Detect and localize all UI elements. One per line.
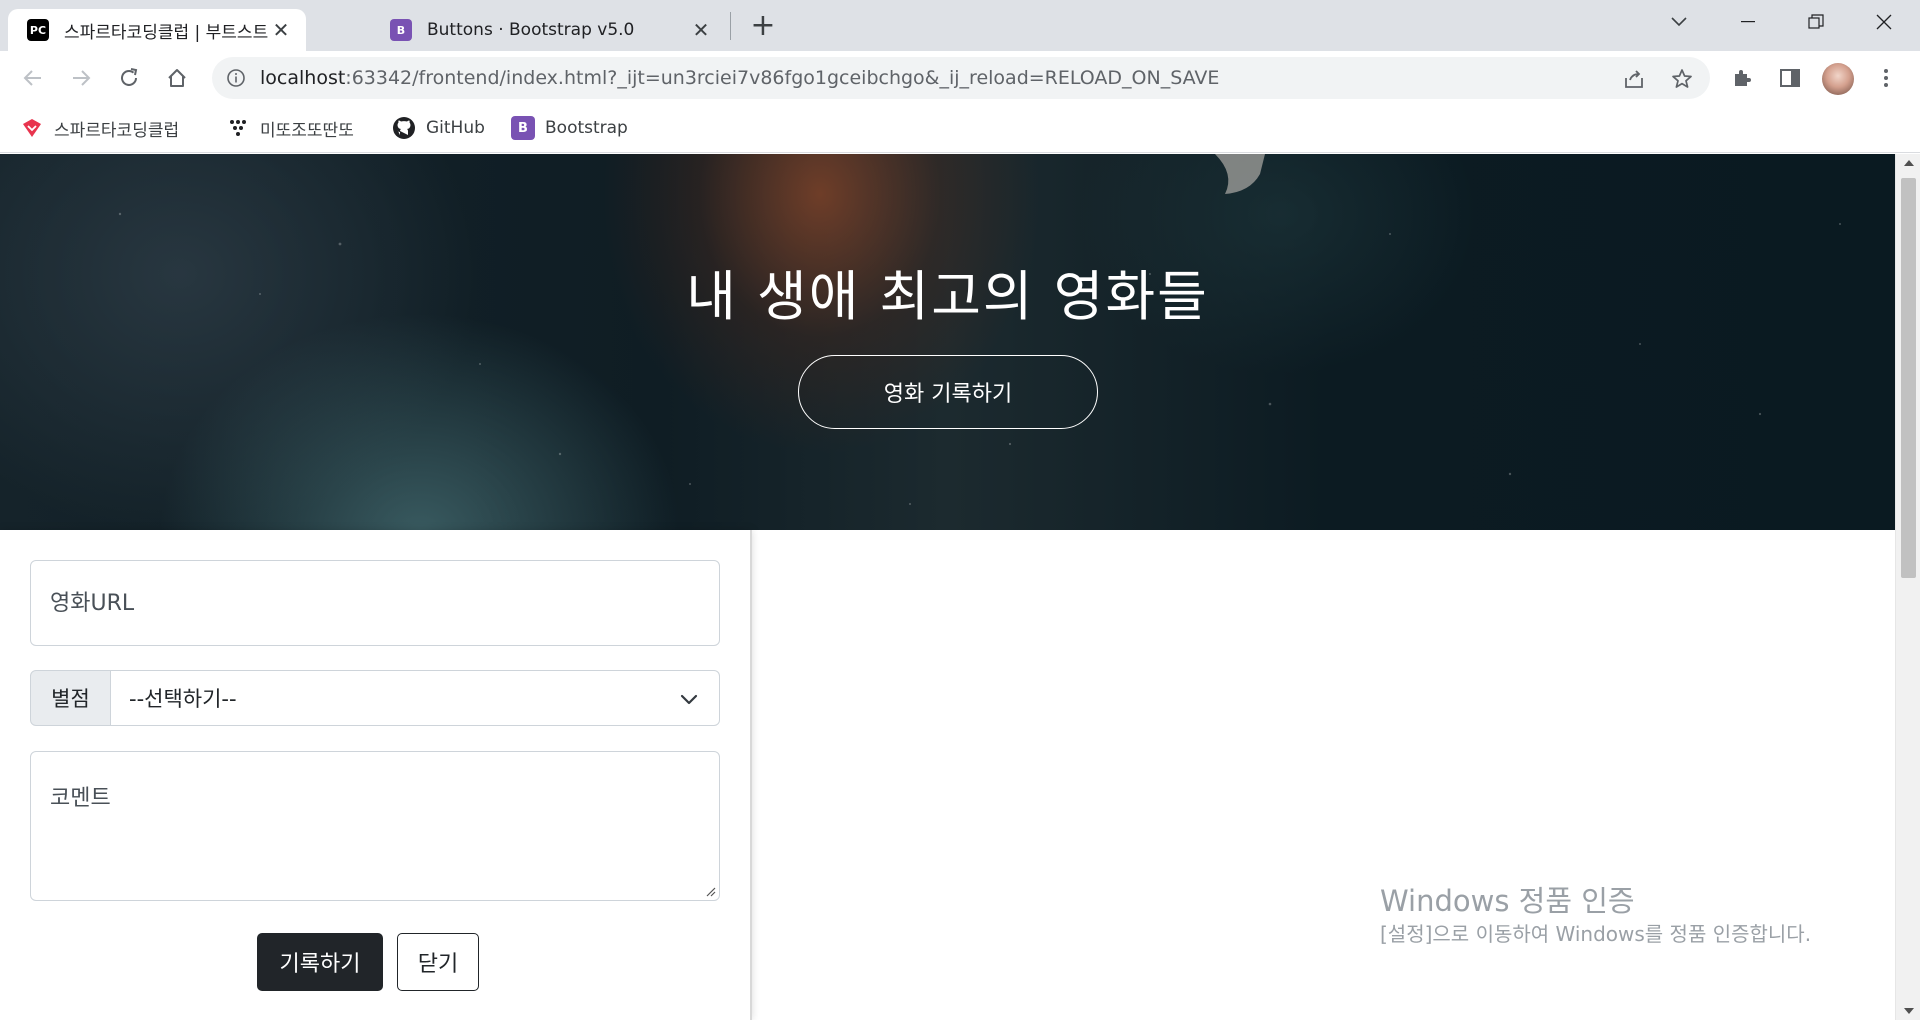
puzzle-icon (1735, 70, 1751, 86)
close-icon (1876, 14, 1892, 30)
hero-banner: 내 생애 최고의 영화들 영화 기록하기 (0, 154, 1895, 530)
url-host: localhost (260, 67, 346, 89)
share-button[interactable] (1621, 66, 1647, 92)
tab-separator (730, 12, 731, 40)
share-icon (1625, 70, 1643, 88)
submit-button[interactable]: 기록하기 (257, 933, 383, 991)
github-icon (392, 116, 416, 140)
side-panel-button[interactable] (1776, 64, 1804, 92)
arrow-left-icon (23, 70, 41, 86)
extensions-button[interactable] (1728, 64, 1756, 92)
bookmark-label: GitHub (426, 118, 485, 138)
movie-url-input[interactable]: 영화URL (30, 560, 720, 646)
scroll-up-arrow-icon[interactable] (1904, 160, 1914, 166)
post-form-panel: 영화URL 별점 --선택하기-- 코멘트 기록하기 닫기 (0, 530, 752, 1020)
bookmark-bootstrap[interactable]: B Bootstrap (511, 115, 628, 141)
menu-button[interactable] (1872, 64, 1900, 92)
reload-button[interactable] (112, 61, 146, 95)
bookmark-star-button[interactable] (1669, 66, 1695, 92)
home-button[interactable] (160, 61, 194, 95)
tab-search-button[interactable] (1648, 0, 1710, 44)
comment-placeholder: 코멘트 (50, 786, 111, 811)
address-bar[interactable]: localhost:63342/frontend/index.html?_ijt… (212, 57, 1710, 99)
bookmark-sparta[interactable]: 스파르타코딩클럽 (20, 115, 179, 141)
restore-button[interactable] (1785, 0, 1847, 44)
back-button[interactable] (16, 61, 50, 95)
tab-sparta[interactable]: PC 스파르타코딩클럽 | 부트스트랩 ✕ (8, 9, 306, 51)
watermark-title: Windows 정품 인증 (1380, 884, 1635, 918)
reload-icon (121, 68, 138, 86)
page-scrollbar[interactable] (1895, 154, 1920, 1020)
new-tab-button[interactable]: + (748, 8, 778, 43)
rating-select[interactable]: --선택하기-- (111, 670, 720, 726)
home-icon (168, 69, 186, 87)
bookmark-mitto[interactable]: 미또조또딴또 (226, 115, 354, 141)
dots-icon (226, 116, 250, 140)
rating-selected-value: --선택하기-- (129, 687, 237, 711)
tab-strip: PC 스파르타코딩클럽 | 부트스트랩 ✕ B Buttons · Bootst… (0, 0, 1920, 51)
restore-icon (1808, 14, 1824, 29)
windows-activation-watermark: Windows 정품 인증 [설정]으로 이동하여 Windows를 정품 인증… (1380, 882, 1860, 948)
chevron-down-icon (1671, 17, 1687, 27)
close-icon[interactable]: ✕ (688, 17, 714, 43)
hero-background-texture (118, 154, 1841, 505)
bookmark-github[interactable]: GitHub (392, 115, 485, 141)
url-text[interactable]: localhost:63342/frontend/index.html?_ijt… (260, 57, 1219, 99)
tab-title: 스파르타코딩클럽 | 부트스트랩 (64, 22, 268, 43)
bootstrap-icon: B (390, 19, 412, 41)
arrow-right-icon (73, 70, 91, 86)
bookmark-label: 스파르타코딩클럽 (54, 120, 180, 141)
minimize-icon (1741, 21, 1755, 23)
info-icon[interactable] (224, 66, 248, 90)
pycharm-icon: PC (27, 19, 49, 41)
close-button[interactable]: 닫기 (397, 933, 479, 991)
chevron-down-icon (680, 694, 698, 705)
bootstrap-icon: B (511, 116, 535, 140)
scroll-down-arrow-icon[interactable] (1904, 1008, 1914, 1014)
rating-select-group: 별점 --선택하기-- (30, 670, 720, 726)
bookmarks-bar: 스파르타코딩클럽 미또조또딴또 GitHub B Bootstrap (0, 105, 1920, 153)
tab-title: Buttons · Bootstrap v5.0 (427, 20, 635, 40)
forward-button[interactable] (64, 61, 98, 95)
browser-toolbar: localhost:63342/frontend/index.html?_ijt… (0, 51, 1920, 105)
side-panel-icon (1780, 69, 1800, 87)
watermark-subtitle: [설정]으로 이동하여 Windows를 정품 인증합니다. (1380, 922, 1812, 946)
close-icon[interactable]: ✕ (268, 17, 294, 43)
url-path: :63342/frontend/index.html?_ijt=un3rciei… (345, 67, 1220, 89)
rating-label: 별점 (30, 670, 111, 726)
bookmark-label: 미또조또딴또 (260, 120, 354, 141)
page-title: 내 생애 최고의 영화들 (686, 265, 1209, 328)
tab-bootstrap-buttons[interactable]: B Buttons · Bootstrap v5.0 ✕ (370, 9, 726, 51)
scroll-thumb[interactable] (1901, 178, 1916, 578)
close-window-button[interactable] (1853, 0, 1915, 44)
minimize-button[interactable] (1717, 0, 1779, 44)
page-viewport: 내 생애 최고의 영화들 영화 기록하기 영화URL 별점 --선택하기-- 코… (0, 154, 1895, 1020)
more-vertical-icon (1884, 69, 1888, 87)
star-icon (1672, 69, 1692, 88)
record-movie-button[interactable]: 영화 기록하기 (798, 355, 1098, 429)
resize-handle-icon[interactable] (704, 885, 716, 897)
comment-textarea[interactable]: 코멘트 (30, 751, 720, 901)
bookmark-label: Bootstrap (545, 118, 628, 138)
sparta-icon (20, 116, 44, 140)
profile-avatar[interactable] (1822, 63, 1854, 95)
